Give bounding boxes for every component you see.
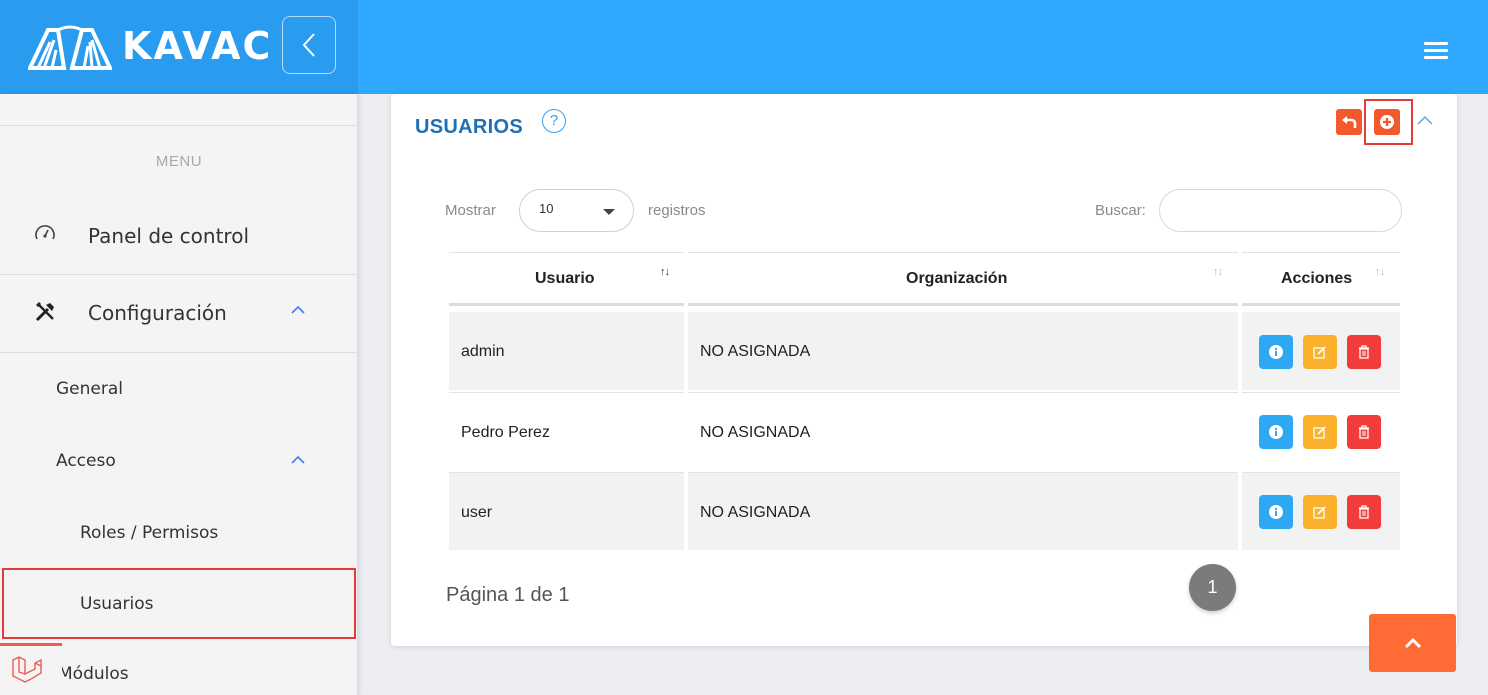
top-bar: KAVAC: [0, 0, 1488, 94]
sidebar-item-label: General: [56, 379, 123, 399]
sidebar-item-label: Acceso: [56, 451, 116, 471]
info-icon: [1269, 345, 1283, 359]
edit-icon: [1313, 506, 1326, 519]
page-title: USUARIOS: [415, 116, 523, 138]
menu-hamburger-icon[interactable]: [1424, 42, 1448, 62]
brand-area: KAVAC: [0, 0, 358, 94]
column-header-label: Usuario: [535, 270, 595, 287]
info-icon: [1269, 425, 1283, 439]
caret-down-icon: [603, 209, 615, 215]
menu-heading: MENU: [155, 153, 203, 170]
page-1-button[interactable]: 1: [1189, 564, 1236, 611]
pagination-info: Página 1 de 1: [446, 584, 570, 606]
sidebar-item-roles-permisos[interactable]: Roles / Permisos: [0, 497, 357, 569]
delete-button[interactable]: [1347, 335, 1381, 369]
sidebar-divider: [0, 125, 357, 126]
dashboard-icon: [35, 225, 55, 240]
search-label: Buscar:: [1095, 202, 1146, 219]
length-prefix-label: Mostrar: [445, 202, 496, 219]
search-input[interactable]: [1159, 189, 1402, 232]
laravel-badge[interactable]: [0, 643, 62, 695]
chevron-up-icon[interactable]: [290, 305, 306, 315]
table-cell-acciones: [1242, 312, 1400, 390]
chevron-up-icon[interactable]: [290, 455, 306, 465]
sort-icon: ↑↓: [1213, 266, 1223, 278]
cell-text: admin: [461, 343, 505, 360]
sort-icon: ↑↓: [660, 266, 670, 278]
trash-icon: [1359, 425, 1369, 439]
table-cell-acciones: [1242, 472, 1400, 550]
sidebar-item-label: Configuración: [88, 301, 227, 325]
column-header-acciones[interactable]: Acciones ↑↓: [1242, 252, 1400, 306]
sidebar-item-acceso[interactable]: Acceso: [0, 425, 357, 497]
sidebar-item-general[interactable]: General: [0, 353, 357, 425]
column-header-usuario[interactable]: Usuario ↑↓: [449, 252, 684, 306]
edit-button[interactable]: [1303, 335, 1337, 369]
records-per-page-select[interactable]: 10: [519, 189, 634, 232]
length-suffix-label: registros: [648, 202, 706, 219]
cell-text: Pedro Perez: [461, 424, 550, 441]
sidebar-toggle-button[interactable]: [282, 16, 336, 74]
edit-button[interactable]: [1303, 415, 1337, 449]
brand-name: KAVAC: [122, 24, 273, 68]
info-icon: [1269, 505, 1283, 519]
sidebar: MENU Panel de control Configuración Gene…: [0, 94, 358, 695]
cell-text: NO ASIGNADA: [700, 343, 811, 360]
cell-text: NO ASIGNADA: [700, 504, 811, 521]
sidebar-item-label: Panel de control: [88, 224, 249, 248]
info-button[interactable]: [1259, 495, 1293, 529]
edit-button[interactable]: [1303, 495, 1337, 529]
add-button-highlight: [1364, 99, 1413, 145]
table-cell-organizacion: NO ASIGNADA: [688, 392, 1238, 470]
delete-button[interactable]: [1347, 415, 1381, 449]
help-icon[interactable]: ?: [542, 109, 566, 133]
sidebar-item-panel-de-control[interactable]: Panel de control: [0, 200, 357, 274]
column-header-organizacion[interactable]: Organización ↑↓: [688, 252, 1238, 306]
table-cell-usuario: admin: [449, 312, 684, 390]
table-cell-usuario: user: [449, 472, 684, 550]
table-cell-usuario: Pedro Perez: [449, 392, 684, 470]
trash-icon: [1359, 505, 1369, 519]
edit-icon: [1313, 426, 1326, 439]
table-cell-organizacion: NO ASIGNADA: [688, 312, 1238, 390]
usuarios-panel: USUARIOS ? Mostrar 10 registros Buscar: …: [391, 94, 1457, 646]
chevron-left-icon: [302, 33, 315, 57]
chevron-up-icon: [1404, 637, 1421, 649]
tools-icon: [35, 302, 54, 322]
column-header-label: Acciones: [1281, 270, 1353, 287]
trash-icon: [1359, 345, 1369, 359]
info-button[interactable]: [1259, 335, 1293, 369]
sidebar-item-label: Módulos: [58, 664, 129, 684]
scroll-to-top-button[interactable]: [1369, 614, 1456, 672]
laravel-icon: [12, 656, 42, 683]
info-button[interactable]: [1259, 415, 1293, 449]
undo-icon: [1342, 116, 1357, 128]
sidebar-item-label: Roles / Permisos: [80, 523, 219, 543]
chevron-up-icon[interactable]: [1416, 114, 1434, 126]
kavac-logo-icon: [28, 25, 112, 70]
cell-text: user: [461, 504, 493, 521]
sidebar-item-configuracion[interactable]: Configuración: [0, 275, 357, 352]
back-button[interactable]: [1336, 109, 1362, 135]
delete-button[interactable]: [1347, 495, 1381, 529]
edit-icon: [1313, 346, 1326, 359]
sort-icon: ↑↓: [1375, 266, 1385, 278]
column-header-label: Organización: [906, 270, 1008, 287]
active-item-highlight: [2, 568, 356, 639]
table-cell-organizacion: NO ASIGNADA: [688, 472, 1238, 550]
table-cell-acciones: [1242, 392, 1400, 470]
cell-text: NO ASIGNADA: [700, 424, 811, 441]
records-per-page-value: 10: [539, 201, 554, 216]
